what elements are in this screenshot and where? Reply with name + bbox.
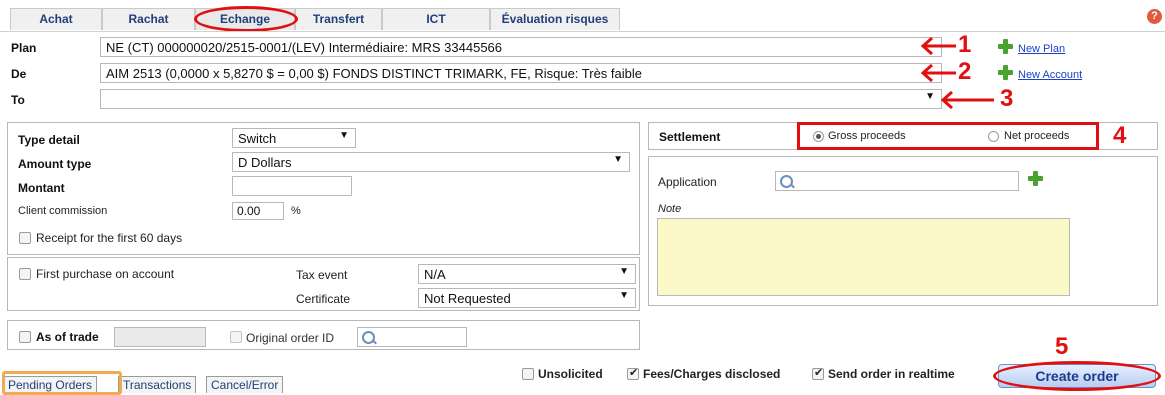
percent-label: %	[291, 205, 301, 217]
new-plan-link[interactable]: New Plan	[1018, 43, 1065, 55]
chevron-down-icon: ▼	[925, 91, 935, 102]
tax-event-select[interactable]: N/A ▼	[418, 264, 636, 284]
annotation-number-4: 4	[1113, 122, 1127, 149]
as-of-trade-checkbox[interactable]	[19, 331, 31, 343]
type-detail-label: Type detail	[18, 133, 80, 147]
send-realtime-checkbox[interactable]	[812, 366, 824, 380]
tab-transfert[interactable]: Transfert	[295, 8, 382, 30]
first-purchase-label: First purchase on account	[36, 267, 175, 281]
original-order-search-input[interactable]	[357, 327, 467, 347]
application-search-input[interactable]	[775, 171, 1019, 191]
header-divider	[0, 31, 1165, 32]
to-label: To	[11, 93, 25, 107]
annotation-number-1: 1	[958, 31, 972, 58]
search-icon	[780, 175, 793, 188]
help-icon[interactable]: ?	[1147, 9, 1162, 24]
as-of-trade-date-input[interactable]	[114, 327, 206, 347]
client-commission-input[interactable]: 0.00	[232, 202, 284, 220]
amount-type-value: D Dollars	[238, 155, 292, 170]
plan-label: Plan	[11, 41, 37, 55]
fees-label: Fees/Charges disclosed	[643, 367, 781, 381]
receipt-label: Receipt for the first 60 days	[36, 231, 183, 245]
note-label: Note	[658, 203, 682, 215]
search-icon	[362, 331, 375, 344]
tab-ict[interactable]: ICT	[382, 8, 490, 30]
tab-rachat[interactable]: Rachat	[102, 8, 195, 30]
first-purchase-checkbox[interactable]	[19, 268, 31, 280]
settlement-label: Settlement	[659, 130, 721, 144]
add-account-icon[interactable]	[998, 65, 1013, 80]
send-realtime-label: Send order in realtime	[828, 367, 955, 381]
receipt-checkbox[interactable]	[19, 232, 31, 244]
tab-achat[interactable]: Achat	[10, 8, 102, 30]
de-label: De	[11, 67, 27, 81]
chevron-down-icon: ▼	[619, 290, 629, 301]
montant-label: Montant	[18, 181, 65, 195]
type-detail-select[interactable]: Switch ▼	[232, 128, 356, 148]
add-application-icon[interactable]	[1028, 171, 1043, 186]
tax-event-label: Tax event	[296, 268, 348, 282]
add-plan-icon[interactable]	[998, 39, 1013, 54]
client-commission-label: Client commission	[18, 205, 108, 217]
annotation-number-5: 5	[1055, 333, 1069, 360]
pending-orders-highlight	[2, 371, 122, 395]
type-detail-value: Switch	[238, 131, 277, 146]
tab-transactions[interactable]: Transactions	[118, 376, 197, 393]
annotation-arrow-2	[920, 63, 956, 83]
unsolicited-label: Unsolicited	[538, 367, 603, 381]
tab-evaluation-risques[interactable]: Évaluation risques	[490, 8, 620, 30]
annotation-number-2: 2	[958, 58, 972, 85]
tab-cancel-error[interactable]: Cancel/Error	[206, 376, 284, 393]
gross-proceeds-label: Gross proceeds	[828, 130, 906, 142]
amount-type-select[interactable]: D Dollars ▼	[232, 152, 630, 172]
annotation-arrow-3	[940, 90, 994, 110]
annotation-arrow-1	[920, 36, 956, 56]
original-order-label: Original order ID	[246, 331, 335, 345]
fees-checkbox[interactable]	[627, 366, 639, 380]
annotation-ellipse-echange	[194, 6, 298, 32]
annotation-ellipse-create-order	[993, 361, 1161, 391]
annotation-number-3: 3	[1000, 85, 1014, 112]
chevron-down-icon: ▼	[339, 130, 349, 141]
new-account-link[interactable]: New Account	[1018, 69, 1082, 81]
application-label: Application	[658, 175, 717, 189]
plan-field[interactable]: NE (CT) 000000020/2515-0001/(LEV) Interm…	[100, 37, 942, 57]
certificate-select[interactable]: Not Requested ▼	[418, 288, 636, 308]
certificate-label: Certificate	[296, 292, 351, 306]
original-order-checkbox[interactable]	[230, 331, 242, 343]
chevron-down-icon: ▼	[619, 266, 629, 277]
montant-input[interactable]	[232, 176, 352, 196]
de-field[interactable]: AIM 2513 (0,0000 x 5,8270 $ = 0,00 $) FO…	[100, 63, 942, 83]
to-select[interactable]: ▼	[100, 89, 942, 109]
amount-type-label: Amount type	[18, 157, 92, 171]
unsolicited-checkbox[interactable]	[522, 368, 534, 380]
net-proceeds-label: Net proceeds	[1004, 130, 1070, 142]
as-of-trade-label: As of trade	[36, 330, 99, 344]
certificate-value: Not Requested	[424, 291, 511, 306]
note-textarea[interactable]	[657, 218, 1070, 296]
net-proceeds-radio[interactable]	[988, 131, 999, 142]
gross-proceeds-radio[interactable]	[813, 131, 824, 142]
chevron-down-icon: ▼	[613, 154, 623, 165]
tax-event-value: N/A	[424, 267, 446, 282]
